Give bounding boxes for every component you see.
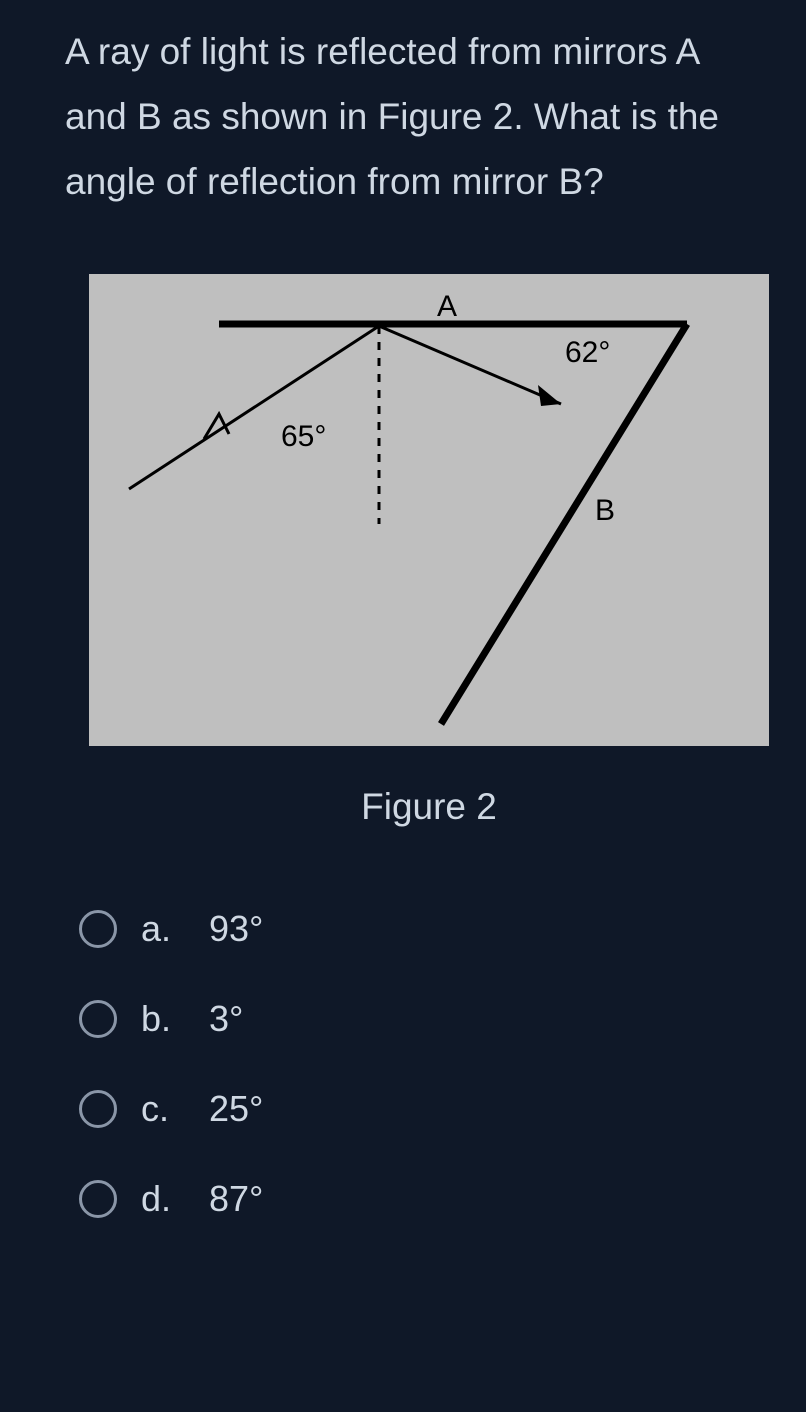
radio-icon[interactable] — [79, 1000, 117, 1038]
label-angle-62: 62° — [565, 336, 610, 370]
option-b[interactable]: b. 3° — [79, 998, 741, 1040]
option-text: 3° — [209, 998, 243, 1040]
option-letter: b. — [141, 998, 181, 1040]
option-letter: d. — [141, 1178, 181, 1220]
radio-icon[interactable] — [79, 1090, 117, 1128]
option-text: 25° — [209, 1088, 263, 1130]
label-mirror-a: A — [437, 290, 457, 324]
option-d[interactable]: d. 87° — [79, 1178, 741, 1220]
figure-caption: Figure 2 — [89, 786, 769, 828]
option-c[interactable]: c. 25° — [79, 1088, 741, 1130]
figure-container: A B 65° 62° Figure 2 — [89, 274, 769, 828]
radio-icon[interactable] — [79, 910, 117, 948]
label-mirror-b: B — [595, 494, 615, 528]
option-letter: a. — [141, 908, 181, 950]
option-letter: c. — [141, 1088, 181, 1130]
option-a[interactable]: a. 93° — [79, 908, 741, 950]
option-text: 87° — [209, 1178, 263, 1220]
option-text: 93° — [209, 908, 263, 950]
figure-svg — [89, 274, 769, 746]
figure-image: A B 65° 62° — [89, 274, 769, 746]
label-angle-65: 65° — [281, 420, 326, 454]
options-list: a. 93° b. 3° c. 25° d. 87° — [79, 908, 741, 1220]
radio-icon[interactable] — [79, 1180, 117, 1218]
question-text: A ray of light is reflected from mirrors… — [65, 20, 741, 214]
